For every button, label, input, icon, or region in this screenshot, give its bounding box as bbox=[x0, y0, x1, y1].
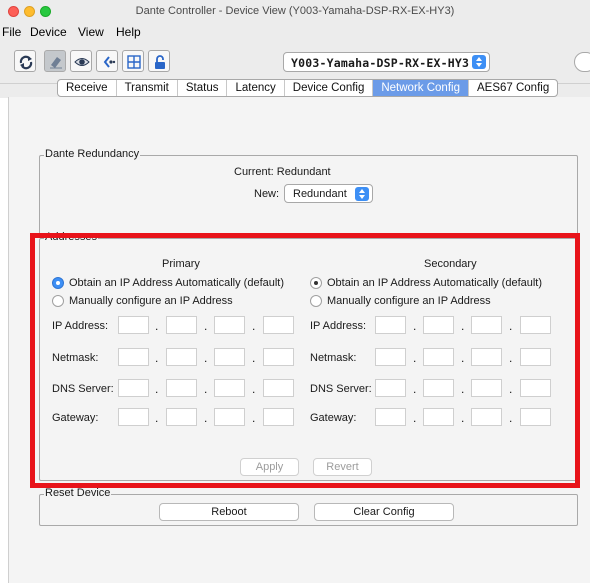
addresses-legend: Addresses bbox=[44, 231, 98, 243]
connect-button[interactable] bbox=[96, 50, 118, 72]
menu-file[interactable]: File bbox=[2, 25, 21, 39]
secondary-manual-label[interactable]: Manually configure an IP Address bbox=[327, 295, 491, 307]
primary-ip-label: IP Address: bbox=[52, 320, 109, 332]
toolbar: Y003-Yamaha-DSP-RX-EX-HY3 bbox=[0, 40, 590, 84]
dante-redundancy-legend: Dante Redundancy bbox=[44, 148, 141, 160]
primary-ip-octet-4[interactable] bbox=[263, 316, 294, 334]
connect-icon bbox=[103, 56, 116, 68]
secondary-gateway-octet-1[interactable] bbox=[375, 408, 406, 426]
chevron-updown-icon bbox=[355, 187, 369, 201]
apply-button[interactable]: Apply bbox=[240, 458, 299, 476]
primary-netmask-octet-3[interactable] bbox=[214, 348, 245, 366]
primary-netmask-octet-2[interactable] bbox=[166, 348, 197, 366]
primary-manual-label[interactable]: Manually configure an IP Address bbox=[69, 295, 233, 307]
refresh-icon bbox=[19, 55, 33, 70]
secondary-heading: Secondary bbox=[424, 258, 477, 270]
secondary-ip-octet-1[interactable] bbox=[375, 316, 406, 334]
tab-device-config[interactable]: Device Config bbox=[285, 80, 374, 96]
secondary-ip-octet-2[interactable] bbox=[423, 316, 454, 334]
secondary-dns-octet-4[interactable] bbox=[520, 379, 551, 397]
eye-icon bbox=[74, 58, 90, 66]
tab-receive[interactable]: Receive bbox=[58, 80, 117, 96]
primary-dns-octet-2[interactable] bbox=[166, 379, 197, 397]
identify-button[interactable] bbox=[70, 50, 92, 72]
round-button[interactable] bbox=[574, 52, 590, 72]
secondary-netmask-octet-1[interactable] bbox=[375, 348, 406, 366]
tab-network-config[interactable]: Network Config bbox=[373, 80, 469, 96]
secondary-netmask-octet-4[interactable] bbox=[520, 348, 551, 366]
primary-auto-radio[interactable] bbox=[52, 277, 64, 289]
primary-gateway-octet-2[interactable] bbox=[166, 408, 197, 426]
primary-auto-label[interactable]: Obtain an IP Address Automatically (defa… bbox=[69, 277, 284, 289]
current-redundancy-label: Current: Redundant bbox=[234, 166, 331, 178]
primary-ip-octet-1[interactable] bbox=[118, 316, 149, 334]
dante-redundancy-group: Dante Redundancy Current: Redundant New:… bbox=[39, 148, 578, 237]
primary-dns-octet-3[interactable] bbox=[214, 379, 245, 397]
secondary-dns-octet-3[interactable] bbox=[471, 379, 502, 397]
secondary-netmask-octet-2[interactable] bbox=[423, 348, 454, 366]
grid-icon bbox=[127, 55, 141, 69]
primary-dns-octet-1[interactable] bbox=[118, 379, 149, 397]
secondary-manual-radio[interactable] bbox=[310, 295, 322, 307]
secondary-dns-octet-1[interactable] bbox=[375, 379, 406, 397]
menu-bar: File Device View Help bbox=[0, 22, 590, 40]
addresses-group: Addresses Primary Obtain an IP Address A… bbox=[39, 231, 578, 481]
device-select-value: Y003-Yamaha-DSP-RX-EX-HY3 bbox=[291, 56, 470, 70]
tab-latency[interactable]: Latency bbox=[227, 80, 285, 96]
secondary-netmask-octet-3[interactable] bbox=[471, 348, 502, 366]
primary-ip-octet-3[interactable] bbox=[214, 316, 245, 334]
primary-gateway-label: Gateway: bbox=[52, 412, 99, 424]
lock-button[interactable] bbox=[148, 50, 170, 72]
menu-help[interactable]: Help bbox=[116, 25, 141, 39]
device-select[interactable]: Y003-Yamaha-DSP-RX-EX-HY3 bbox=[283, 52, 490, 72]
reset-device-group: Reset Device Reboot Clear Config bbox=[39, 487, 578, 526]
tab-aes67-config[interactable]: AES67 Config bbox=[469, 80, 557, 96]
primary-manual-radio[interactable] bbox=[52, 295, 64, 307]
primary-dns-label: DNS Server: bbox=[52, 383, 114, 395]
primary-ip-octet-2[interactable] bbox=[166, 316, 197, 334]
redundancy-select[interactable]: Redundant bbox=[284, 184, 373, 203]
tab-transmit[interactable]: Transmit bbox=[117, 80, 178, 96]
secondary-gateway-octet-4[interactable] bbox=[520, 408, 551, 426]
menu-view[interactable]: View bbox=[78, 25, 104, 39]
primary-netmask-octet-4[interactable] bbox=[263, 348, 294, 366]
secondary-gateway-label: Gateway: bbox=[310, 412, 357, 424]
revert-button[interactable]: Revert bbox=[313, 458, 372, 476]
secondary-auto-radio[interactable] bbox=[310, 277, 322, 289]
primary-heading: Primary bbox=[162, 258, 200, 270]
title-bar: Dante Controller - Device View (Y003-Yam… bbox=[0, 0, 590, 22]
tab-bar: Receive Transmit Status Latency Device C… bbox=[57, 79, 559, 97]
primary-netmask-octet-1[interactable] bbox=[118, 348, 149, 366]
window-title: Dante Controller - Device View (Y003-Yam… bbox=[135, 5, 455, 17]
secondary-auto-label[interactable]: Obtain an IP Address Automatically (defa… bbox=[327, 277, 542, 289]
grid-button[interactable] bbox=[122, 50, 144, 72]
primary-netmask-label: Netmask: bbox=[52, 352, 99, 364]
secondary-netmask-label: Netmask: bbox=[310, 352, 357, 364]
secondary-gateway-octet-2[interactable] bbox=[423, 408, 454, 426]
reboot-button[interactable]: Reboot bbox=[159, 503, 299, 521]
secondary-dns-octet-2[interactable] bbox=[423, 379, 454, 397]
menu-device[interactable]: Device bbox=[30, 25, 67, 39]
secondary-gateway-octet-3[interactable] bbox=[471, 408, 502, 426]
erase-button[interactable] bbox=[44, 50, 66, 72]
lock-icon bbox=[155, 55, 165, 69]
primary-gateway-octet-3[interactable] bbox=[214, 408, 245, 426]
chevron-updown-icon bbox=[472, 55, 486, 69]
clear-config-button[interactable]: Clear Config bbox=[314, 503, 454, 521]
primary-gateway-octet-1[interactable] bbox=[118, 408, 149, 426]
redundancy-select-value: Redundant bbox=[293, 188, 347, 200]
network-config-panel: Dante Redundancy Current: Redundant New:… bbox=[8, 97, 590, 583]
primary-dns-octet-4[interactable] bbox=[263, 379, 294, 397]
secondary-ip-label: IP Address: bbox=[310, 320, 367, 332]
secondary-ip-octet-3[interactable] bbox=[471, 316, 502, 334]
tab-status[interactable]: Status bbox=[178, 80, 228, 96]
reset-device-legend: Reset Device bbox=[44, 487, 112, 499]
secondary-dns-label: DNS Server: bbox=[310, 383, 372, 395]
eraser-icon bbox=[50, 57, 62, 69]
secondary-ip-octet-4[interactable] bbox=[520, 316, 551, 334]
new-redundancy-label: New: bbox=[254, 188, 280, 200]
primary-gateway-octet-4[interactable] bbox=[263, 408, 294, 426]
refresh-button[interactable] bbox=[14, 50, 36, 72]
